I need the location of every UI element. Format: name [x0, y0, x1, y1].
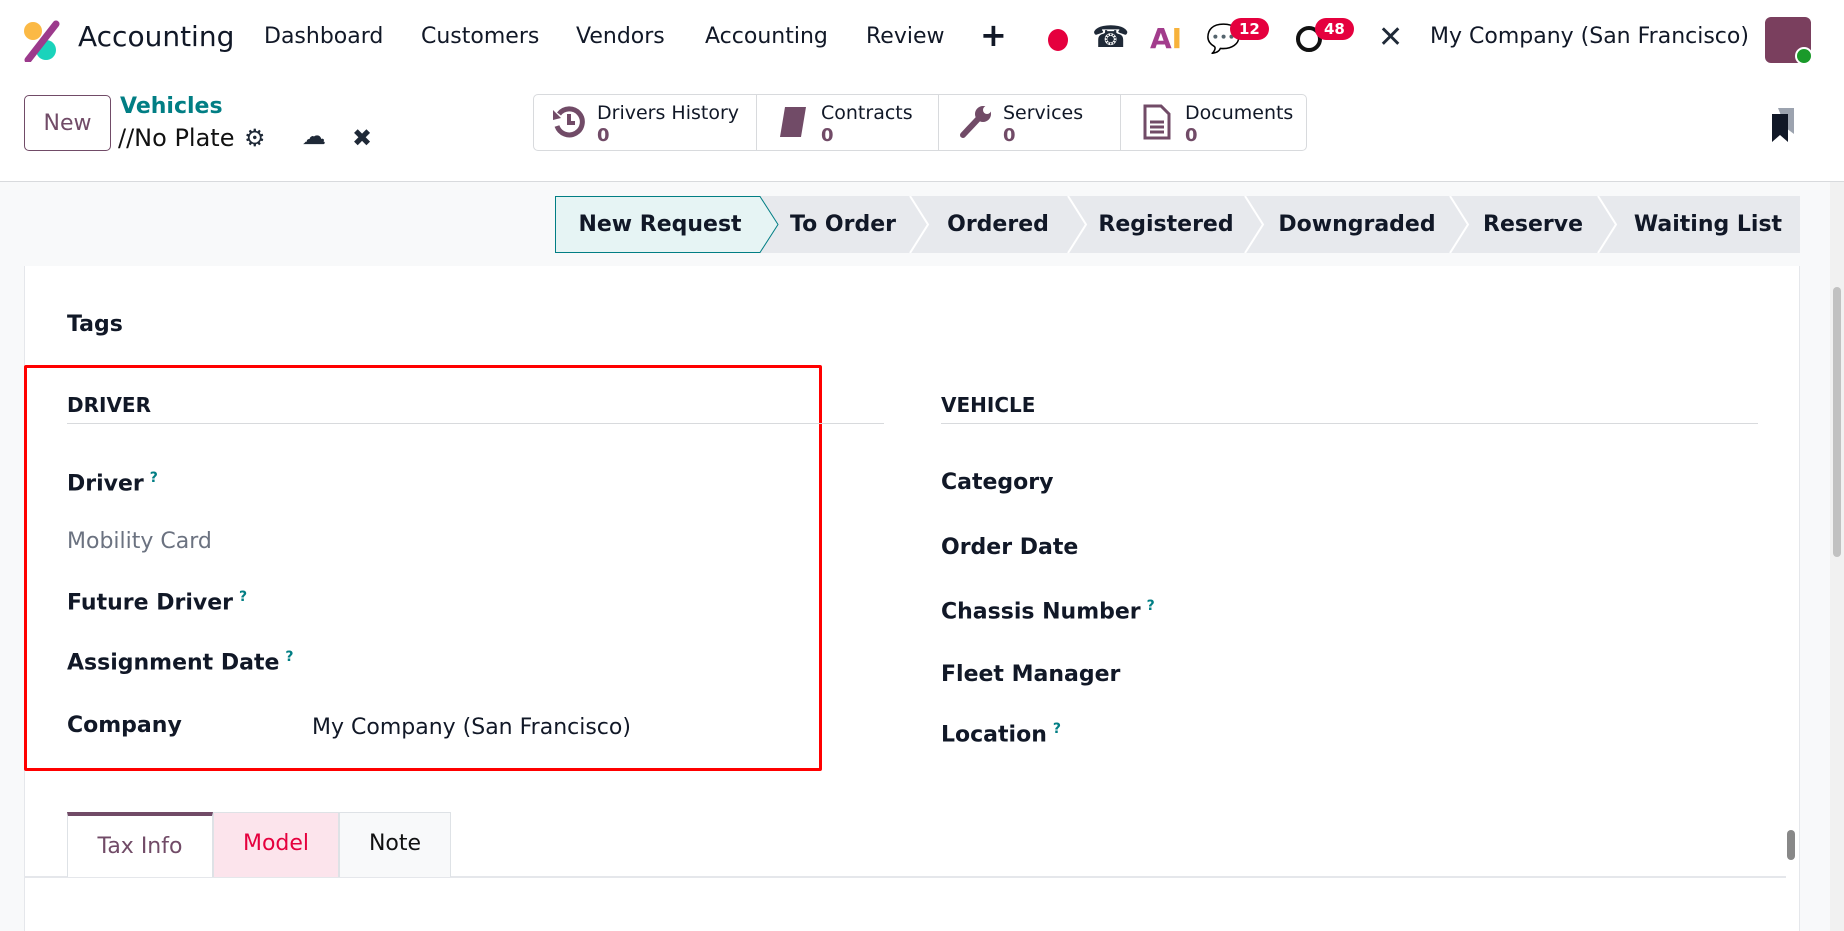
stage-ordered[interactable]: Ordered — [928, 196, 1068, 253]
menu-accounting[interactable]: Accounting — [705, 24, 828, 49]
stat-count: 0 — [821, 125, 834, 146]
stat-label: Documents — [1185, 102, 1294, 124]
fleet-manager-label: Fleet Manager — [941, 662, 1121, 687]
category-label: Category — [941, 470, 1054, 495]
location-label[interactable]: Location? — [941, 721, 1061, 747]
help-icon[interactable]: ? — [150, 470, 158, 486]
activities-badge: 48 — [1315, 18, 1354, 40]
book-icon — [780, 107, 806, 137]
help-icon[interactable]: ? — [285, 649, 293, 665]
stage-to-order[interactable]: To Order — [778, 196, 908, 253]
help-icon[interactable]: ? — [239, 589, 247, 605]
stat-drivers-history[interactable]: Drivers History 0 — [533, 94, 757, 151]
label-text: Future Driver — [67, 590, 233, 616]
driver-label[interactable]: Driver? — [67, 470, 158, 496]
inner-scrollbar[interactable] — [1786, 816, 1796, 872]
tab-model[interactable]: Model — [213, 812, 339, 877]
help-icon[interactable]: ? — [1147, 598, 1155, 614]
document-icon — [1143, 104, 1171, 140]
tab-note[interactable]: Note — [339, 812, 451, 877]
label-text: Chassis Number — [941, 599, 1141, 625]
future-driver-label[interactable]: Future Driver? — [67, 589, 247, 615]
tools-icon[interactable]: ✕ — [1378, 20, 1403, 55]
online-status-icon — [1795, 47, 1813, 65]
ai-icon[interactable]: AI — [1150, 22, 1182, 55]
avatar[interactable] — [1765, 17, 1813, 65]
app-logo-icon[interactable] — [22, 20, 62, 62]
record-icon[interactable] — [1048, 29, 1068, 51]
cloud-upload-icon[interactable]: ☁ — [302, 122, 326, 150]
help-icon[interactable]: ? — [1053, 721, 1061, 737]
company-field[interactable]: My Company (San Francisco) — [312, 715, 631, 740]
stat-documents[interactable]: Documents 0 — [1121, 94, 1307, 151]
stat-count: 0 — [1185, 125, 1198, 146]
menu-review[interactable]: Review — [866, 24, 945, 49]
page-scrollbar[interactable] — [1830, 182, 1844, 931]
label-text: Location — [941, 722, 1047, 748]
new-button[interactable]: New — [24, 95, 111, 151]
divider — [67, 423, 884, 424]
company-switcher[interactable]: My Company (San Francisco) — [1430, 24, 1749, 49]
scrollbar-thumb[interactable] — [1787, 830, 1795, 860]
stage-downgraded[interactable]: Downgraded — [1263, 196, 1451, 253]
app-name[interactable]: Accounting — [78, 20, 234, 53]
stat-label: Services — [1003, 102, 1084, 124]
menu-dashboard[interactable]: Dashboard — [264, 24, 383, 49]
tags-label: Tags — [67, 312, 123, 337]
stat-services[interactable]: Services 0 — [939, 94, 1121, 151]
label-text: Driver — [67, 471, 144, 497]
stat-label: Contracts — [821, 102, 913, 124]
messages-badge: 12 — [1230, 18, 1269, 40]
bookmark-icon[interactable] — [1770, 108, 1796, 142]
tab-tax-info[interactable]: Tax Info — [67, 812, 213, 877]
plus-icon[interactable]: + — [980, 16, 1007, 54]
stat-count: 0 — [597, 125, 610, 146]
stage-waiting-list[interactable]: Waiting List — [1616, 196, 1800, 253]
menu-vendors[interactable]: Vendors — [576, 24, 665, 49]
chassis-number-label[interactable]: Chassis Number? — [941, 598, 1155, 624]
stat-contracts[interactable]: Contracts 0 — [757, 94, 939, 151]
order-date-label: Order Date — [941, 535, 1079, 560]
stat-label: Drivers History — [597, 102, 739, 124]
history-icon — [553, 106, 585, 138]
driver-heading: DRIVER — [67, 393, 151, 417]
top-navbar: Accounting Dashboard Customers Vendors A… — [0, 0, 1844, 80]
stat-count: 0 — [1003, 125, 1016, 146]
company-label: Company — [67, 713, 182, 738]
wrench-icon — [960, 106, 991, 138]
stage-new-request[interactable]: New Request — [555, 196, 765, 253]
gear-icon[interactable]: ⚙ — [244, 124, 266, 152]
discard-icon[interactable]: ✖ — [352, 124, 372, 152]
vehicle-heading: VEHICLE — [941, 393, 1036, 417]
breadcrumb-current: //No Plate — [118, 124, 235, 152]
stage-reserve[interactable]: Reserve — [1468, 196, 1598, 253]
menu-customers[interactable]: Customers — [421, 24, 539, 49]
assignment-date-label[interactable]: Assignment Date? — [67, 649, 294, 675]
divider — [941, 423, 1758, 424]
breadcrumb-vehicles[interactable]: Vehicles — [120, 94, 223, 119]
phone-icon[interactable]: ☎ — [1092, 20, 1129, 55]
mobility-card-label: Mobility Card — [67, 529, 212, 554]
stage-registered[interactable]: Registered — [1086, 196, 1246, 253]
highlight-box — [24, 365, 822, 771]
scrollbar-thumb[interactable] — [1833, 287, 1841, 557]
label-text: Assignment Date — [67, 650, 280, 676]
